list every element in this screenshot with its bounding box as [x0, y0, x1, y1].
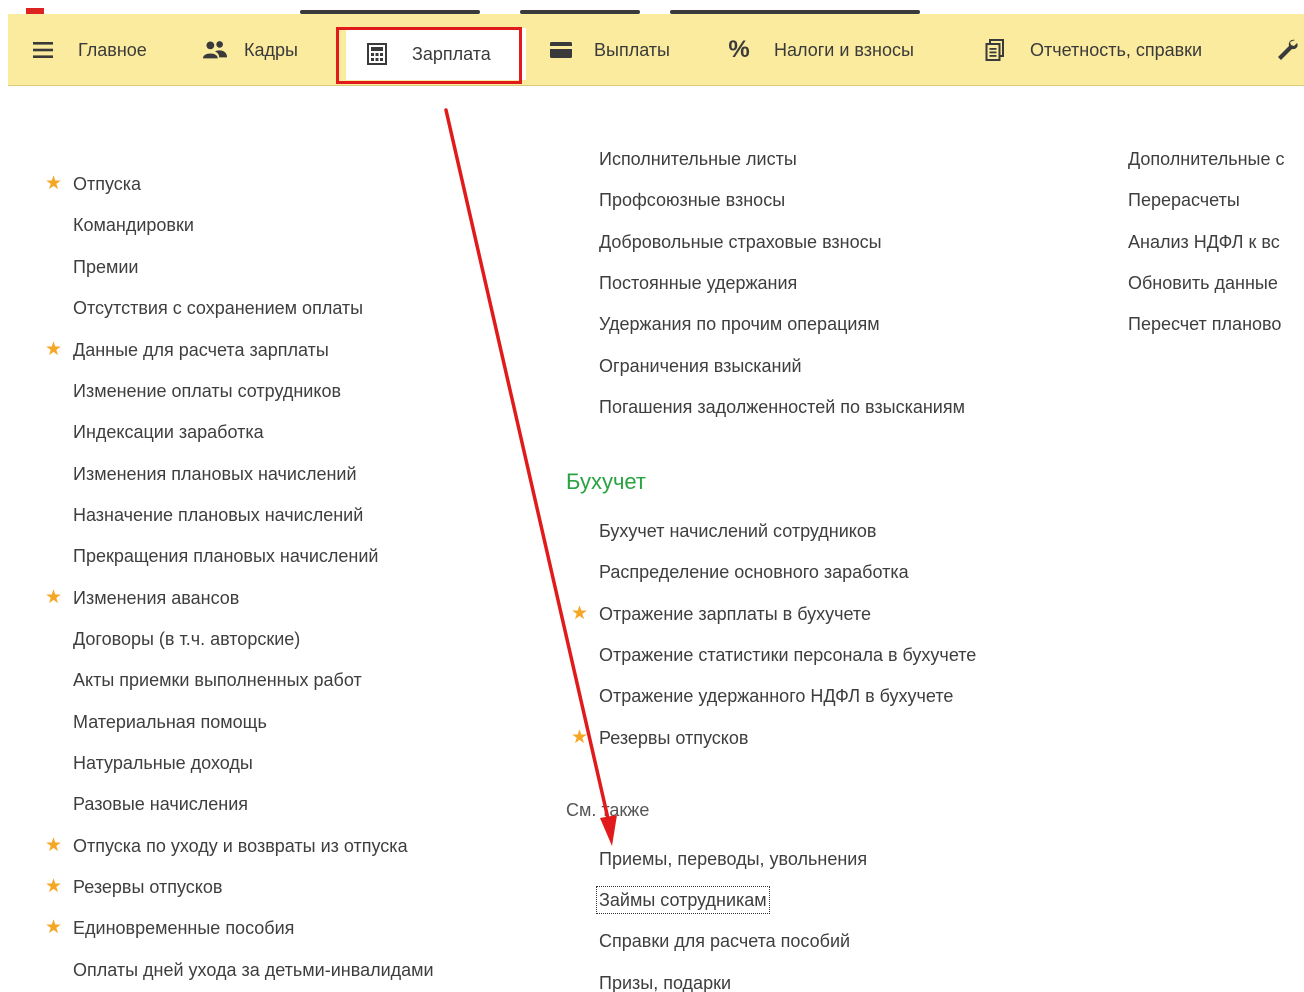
favorite-star-icon: ★ [571, 603, 589, 624]
section-payments-label: Выплаты [594, 39, 670, 60]
link-contracts[interactable]: Договоры (в т.ч. авторские) [73, 628, 300, 650]
section-hr-label: Кадры [244, 39, 298, 60]
link-pay-changes[interactable]: Изменение оплаты сотрудников [73, 380, 341, 402]
link-material-aid[interactable]: Материальная помощь [73, 711, 267, 733]
see-also-title: См. также [566, 800, 650, 820]
link-additional-cut[interactable]: Дополнительные с [1128, 148, 1285, 170]
link-bonuses[interactable]: Премии [73, 256, 138, 278]
link-staff-statistics-posting[interactable]: Отражение статистики персонала в бухучет… [599, 644, 976, 666]
link-writs-of-execution[interactable]: Исполнительные листы [599, 148, 797, 170]
link-work-acceptance-acts[interactable]: Акты приемки выполненных работ [73, 669, 362, 691]
section-salary[interactable]: Зарплата [346, 28, 526, 80]
wrench-icon [1274, 37, 1300, 63]
link-salary-calc-data[interactable]: Данные для расчета зарплаты [73, 339, 329, 361]
link-prizes-gifts[interactable]: Призы, подарки [599, 972, 731, 992]
documents-icon [982, 37, 1008, 63]
link-ndfl-analysis[interactable]: Анализ НДФЛ к вс [1128, 231, 1280, 253]
section-settings[interactable] [1274, 14, 1304, 86]
link-one-time-accruals[interactable]: Разовые начисления [73, 793, 248, 815]
link-planned-accruals-assignment[interactable]: Назначение плановых начислений [73, 504, 363, 526]
favorite-star-icon: ★ [45, 917, 63, 938]
link-permanent-deductions[interactable]: Постоянные удержания [599, 272, 797, 294]
section-salary-label: Зарплата [412, 43, 491, 64]
link-hiring-transfers-dismissals[interactable]: Приемы, переводы, увольнения [599, 848, 867, 870]
link-debt-repayments[interactable]: Погашения задолженностей по взысканиям [599, 396, 965, 418]
favorite-star-icon: ★ [45, 339, 63, 360]
hamburger-menu-icon [30, 37, 56, 63]
link-business-trips[interactable]: Командировки [73, 214, 194, 236]
favorite-star-icon: ★ [571, 727, 589, 748]
section-hr[interactable]: Кадры [202, 14, 298, 86]
link-vacation-reserves-accounting[interactable]: Резервы отпусков [599, 727, 748, 749]
link-salary-posting[interactable]: Отражение зарплаты в бухучете [599, 603, 871, 625]
link-voluntary-insurance[interactable]: Добровольные страховые взносы [599, 231, 882, 253]
link-benefit-certificates[interactable]: Справки для расчета пособий [599, 930, 850, 952]
favorite-star-icon: ★ [45, 173, 63, 194]
link-parental-leaves[interactable]: Отпуска по уходу и возвраты из отпуска [73, 835, 408, 857]
favorite-star-icon: ★ [45, 876, 63, 897]
people-icon [202, 37, 228, 63]
section-reports[interactable]: Отчетность, справки [982, 14, 1202, 86]
cut-off-title-bar [0, 0, 1304, 14]
link-accruals-accounting[interactable]: Бухучет начислений сотрудников [599, 520, 876, 542]
link-other-deductions[interactable]: Удержания по прочим операциям [599, 313, 880, 335]
section-main-label: Главное [78, 39, 147, 60]
link-ndfl-posting[interactable]: Отражение удержанного НДФЛ в бухучете [599, 685, 953, 707]
link-recalculations[interactable]: Перерасчеты [1128, 189, 1240, 211]
link-refresh-data[interactable]: Обновить данные [1128, 272, 1278, 294]
calculator-icon [364, 41, 390, 67]
salary-section-page: Главное Кадры Зарплата Выплаты % Налоги … [0, 0, 1304, 992]
link-planned-accruals-termination[interactable]: Прекращения плановых начислений [73, 545, 378, 567]
link-in-kind-income[interactable]: Натуральные доходы [73, 752, 253, 774]
link-employee-loans[interactable]: Займы сотрудникам [596, 886, 770, 914]
section-main[interactable]: Главное [30, 14, 147, 86]
link-planned-recalc[interactable]: Пересчет планово [1128, 313, 1281, 335]
section-toolbar: Главное Кадры Зарплата Выплаты % Налоги … [8, 14, 1304, 86]
favorite-star-icon: ★ [45, 587, 63, 608]
link-vacations[interactable]: Отпуска [73, 173, 141, 195]
favorite-star-icon: ★ [45, 835, 63, 856]
section-reports-label: Отчетность, справки [1030, 39, 1203, 60]
link-planned-accruals-changes[interactable]: Изменения плановых начислений [73, 463, 357, 485]
link-union-dues[interactable]: Профсоюзные взносы [599, 189, 785, 211]
link-disabled-children-care-days[interactable]: Оплаты дней ухода за детьми-инвалидами [73, 959, 434, 981]
link-paid-absences[interactable]: Отсутствия с сохранением оплаты [73, 297, 363, 319]
link-earnings-indexation[interactable]: Индексации заработка [73, 421, 264, 443]
percent-icon: % [728, 36, 750, 63]
link-lump-sum-benefits[interactable]: Единовременные пособия [73, 917, 294, 939]
section-taxes[interactable]: % Налоги и взносы [726, 14, 914, 86]
link-vacation-reserves[interactable]: Резервы отпусков [73, 876, 222, 898]
section-payments[interactable]: Выплаты [548, 14, 670, 86]
wallet-icon [548, 37, 574, 63]
link-earnings-distribution[interactable]: Распределение основного заработка [599, 561, 909, 583]
link-advance-changes[interactable]: Изменения авансов [73, 587, 239, 609]
section-taxes-label: Налоги и взносы [774, 39, 914, 60]
group-title-accounting: Бухучет [566, 469, 646, 494]
link-recovery-limits[interactable]: Ограничения взысканий [599, 355, 802, 377]
